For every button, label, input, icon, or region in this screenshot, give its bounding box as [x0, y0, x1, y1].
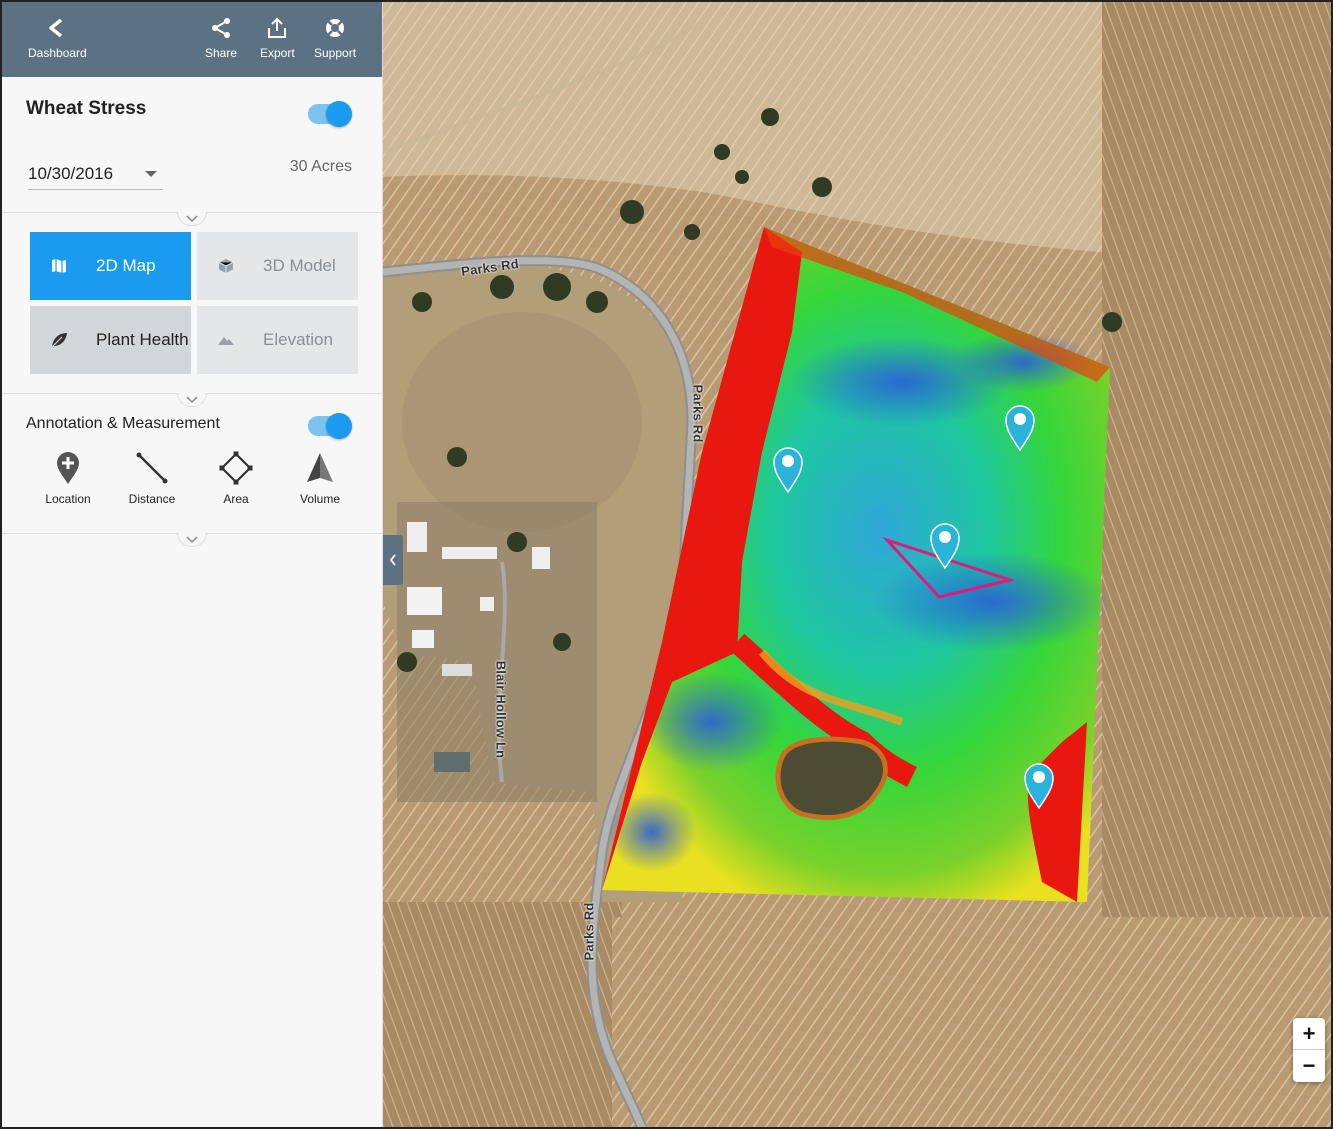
location-label: Location: [45, 492, 91, 506]
distance-tool[interactable]: Distance: [112, 450, 192, 506]
sidebar: Dashboard Share Export Support Wheat Str…: [2, 2, 383, 1127]
location-pin-icon: [57, 452, 79, 484]
collapse-section-button[interactable]: [177, 393, 207, 407]
zoom-out-button[interactable]: −: [1293, 1050, 1325, 1082]
view-2d-map-button[interactable]: 2D Map: [30, 232, 191, 300]
export-icon: [268, 17, 287, 38]
distance-label: Distance: [128, 492, 176, 506]
chevron-down-icon: [186, 535, 198, 543]
volume-label: Volume: [299, 492, 341, 506]
view-3d-model-label: 3D Model: [263, 256, 336, 275]
leaf-icon: [51, 333, 67, 348]
cube-icon: [218, 259, 234, 273]
share-label: Share: [205, 46, 238, 60]
share-button[interactable]: Share: [205, 16, 237, 60]
share-icon: [212, 18, 231, 38]
polygon-area-icon: [219, 451, 253, 485]
zoom-in-button[interactable]: +: [1293, 1018, 1325, 1050]
collapse-section-button[interactable]: [177, 212, 207, 226]
pyramid-volume-icon: [307, 453, 333, 482]
export-label: Export: [260, 46, 295, 60]
map-icon: [52, 259, 66, 273]
mountain-icon: [218, 337, 234, 345]
chevron-down-icon: [186, 395, 198, 403]
chevron-left-icon: [49, 18, 63, 38]
location-tool[interactable]: Location: [28, 450, 108, 506]
map-canvas[interactable]: [383, 2, 1331, 1127]
export-button[interactable]: Export: [260, 16, 295, 60]
view-3d-model-button[interactable]: 3D Model: [197, 232, 358, 300]
elevation-button[interactable]: Elevation: [197, 306, 358, 374]
collapse-sidebar-button[interactable]: [383, 535, 403, 585]
top-toolbar: Dashboard Share Export Support: [2, 2, 382, 77]
ruler-line-icon: [136, 452, 168, 484]
elevation-label: Elevation: [263, 330, 333, 349]
road-label: Blair Hollow Ln: [493, 660, 509, 759]
app-frame: Dashboard Share Export Support Wheat Str…: [0, 0, 1333, 1129]
caret-down-icon: [145, 171, 157, 177]
road-label: Parks Rd: [690, 384, 706, 443]
dashboard-label: Dashboard: [28, 46, 87, 60]
acres-label: 30 Acres: [289, 158, 352, 175]
annotation-title: Annotation & Measurement: [26, 415, 220, 432]
zoom-control: + −: [1293, 1018, 1325, 1082]
support-label: Support: [314, 46, 357, 60]
date-value: 10/30/2016: [28, 164, 114, 183]
area-tool[interactable]: Area: [196, 450, 276, 506]
plant-health-button[interactable]: Plant Health: [30, 306, 191, 374]
chevron-left-icon: [389, 554, 396, 566]
area-label: Area: [223, 492, 249, 506]
layer-toggle[interactable]: [308, 101, 352, 127]
annotation-toggle[interactable]: [308, 413, 352, 439]
dashboard-button[interactable]: Dashboard: [28, 16, 87, 60]
lifebuoy-icon: [326, 19, 345, 37]
satellite-imagery: [383, 2, 1331, 1127]
view-2d-map-label: 2D Map: [96, 256, 156, 275]
volume-tool[interactable]: Volume: [280, 450, 360, 506]
road-label: Parks Rd: [581, 902, 597, 961]
plant-health-label: Plant Health: [96, 330, 189, 349]
date-select[interactable]: 10/30/2016: [28, 160, 163, 190]
chevron-down-icon: [186, 214, 198, 222]
toggle-knob: [326, 101, 352, 127]
toggle-knob: [326, 413, 352, 439]
support-button[interactable]: Support: [314, 16, 356, 60]
layer-title: Wheat Stress: [26, 98, 147, 119]
collapse-section-button[interactable]: [177, 533, 207, 547]
